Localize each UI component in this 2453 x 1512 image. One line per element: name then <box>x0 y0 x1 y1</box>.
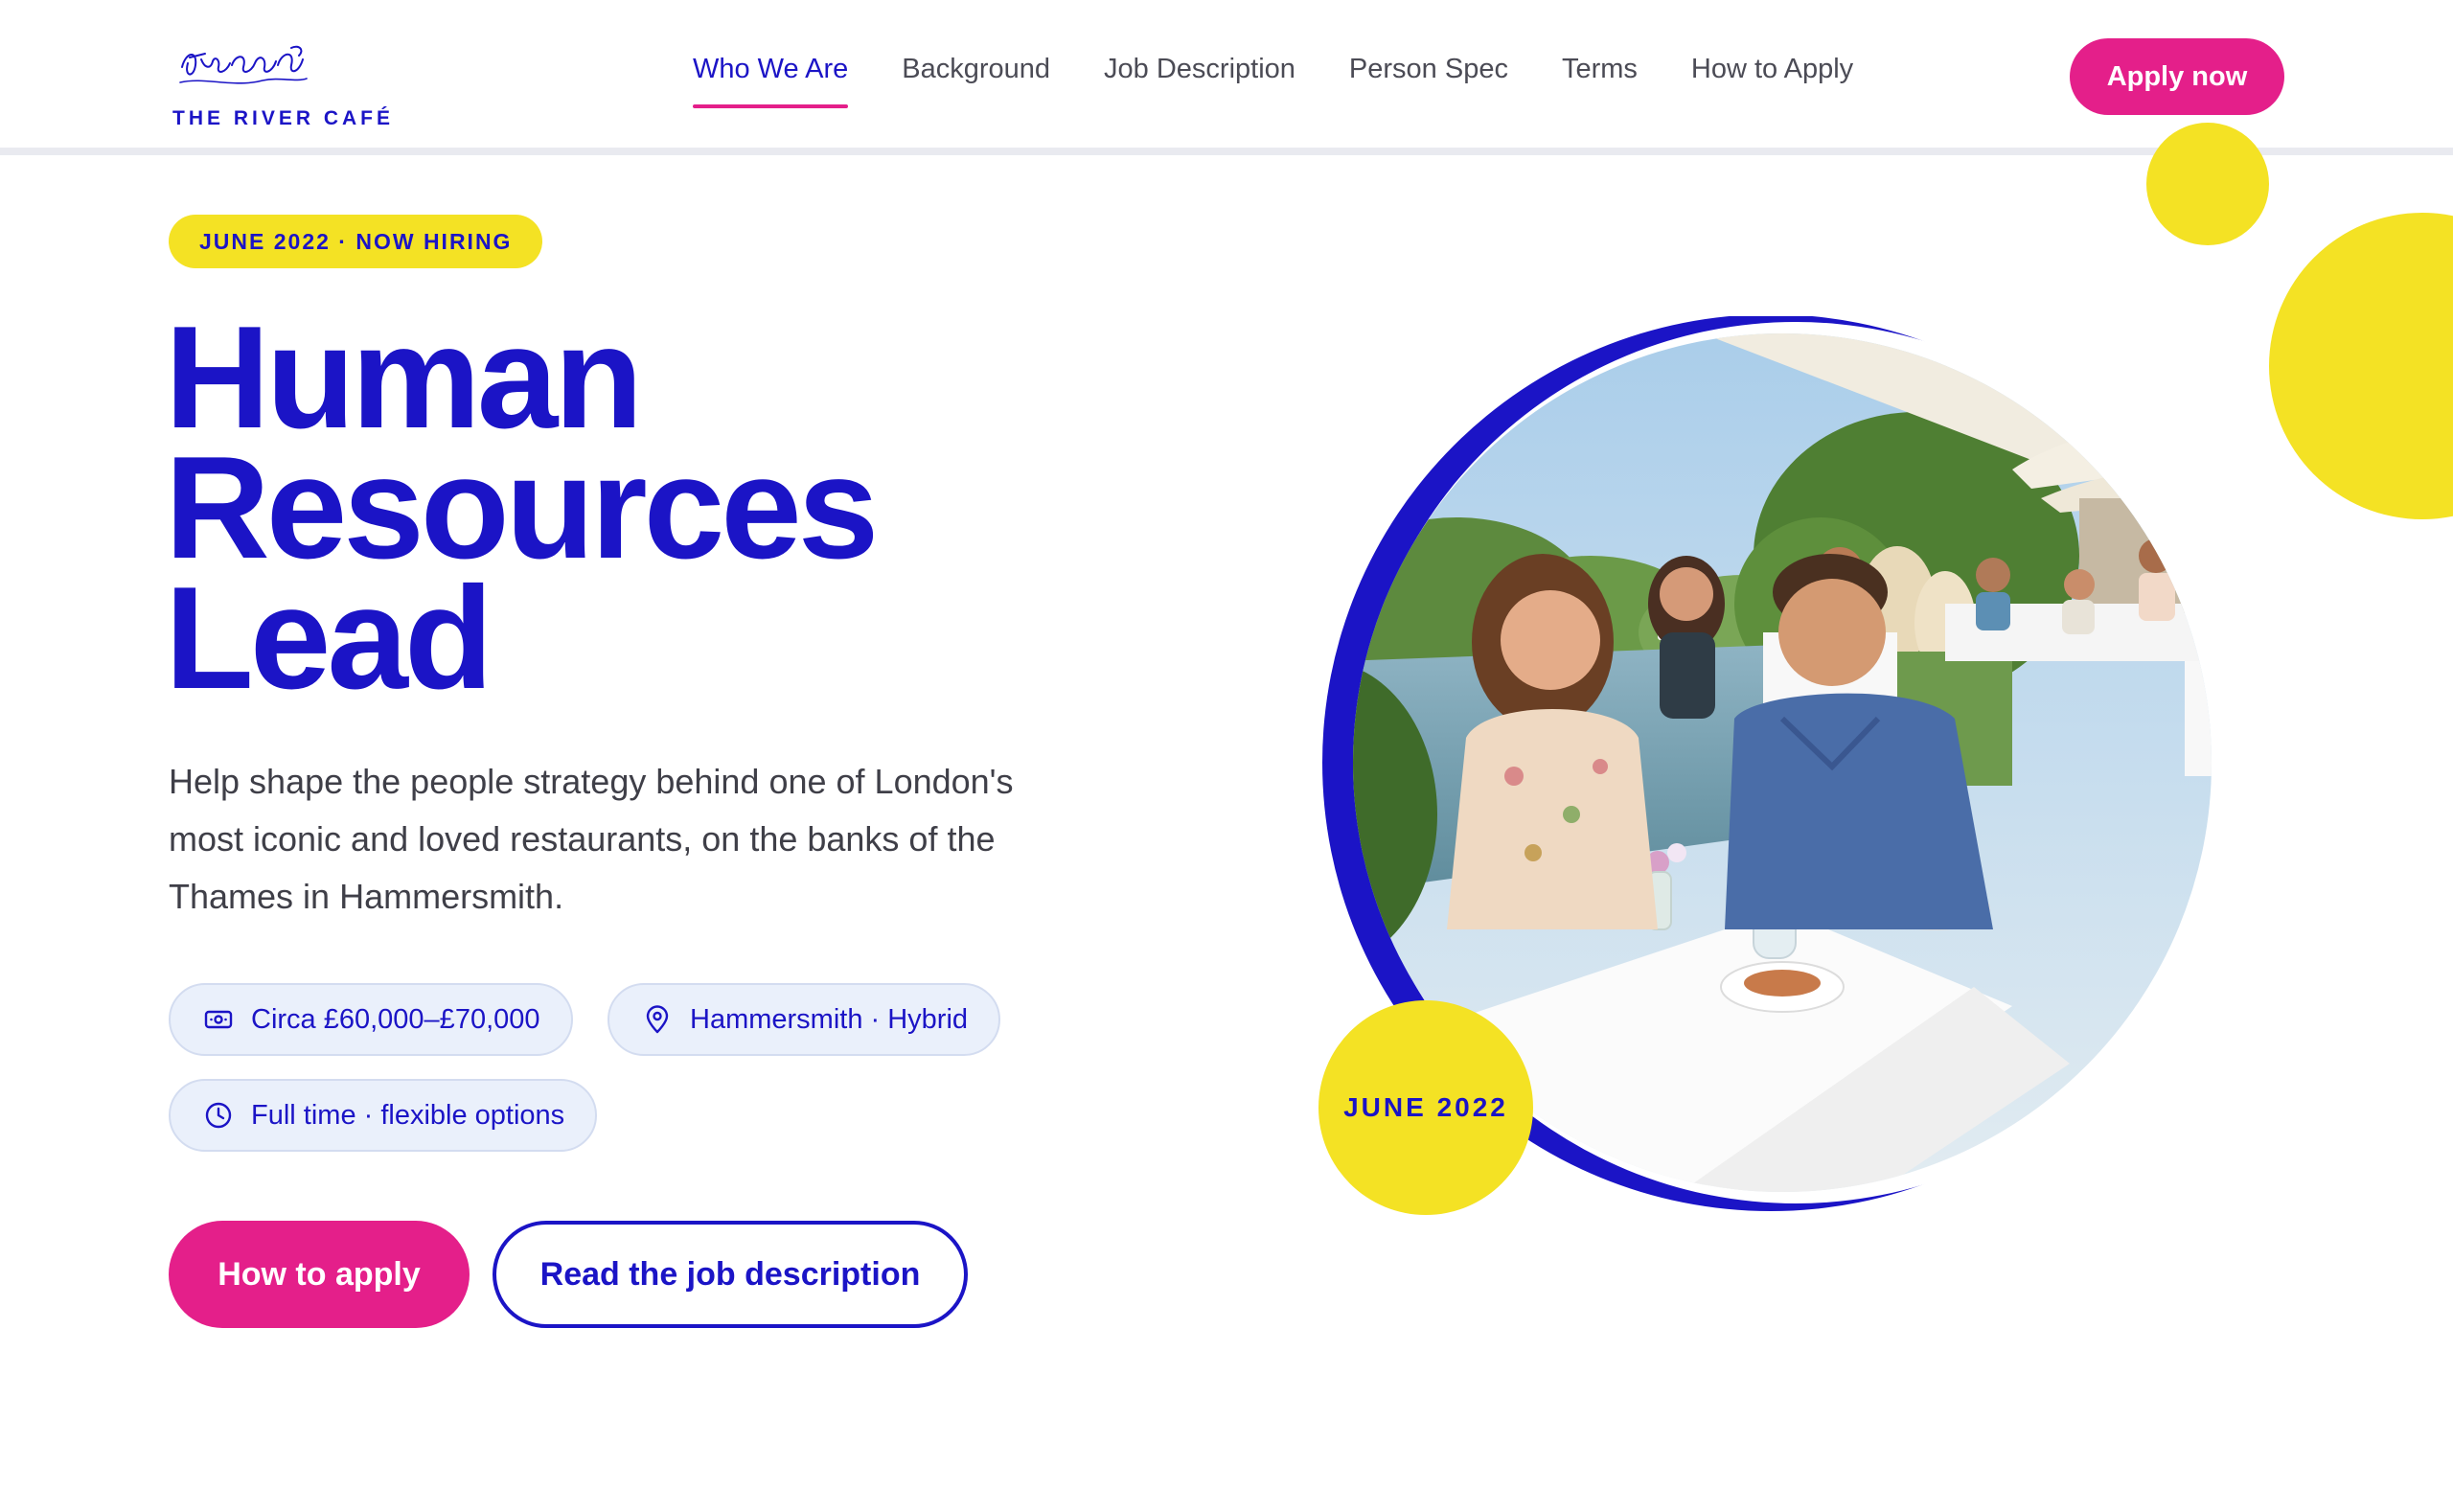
site-header: THE RIVER CAFÉ Who We Are Background Job… <box>0 0 2453 155</box>
main-nav: Who We Are Background Job Description Pe… <box>693 54 1853 108</box>
lead-paragraph: Help shape the people strategy behind on… <box>169 762 1014 916</box>
salary-chip: Circa £60,000–£70,000 <box>169 983 573 1056</box>
how-to-apply-button[interactable]: How to apply <box>169 1221 470 1328</box>
nav-who-we-are[interactable]: Who We Are <box>693 54 849 108</box>
banknote-icon <box>204 1010 233 1029</box>
signature-logo-icon <box>179 45 308 84</box>
decorative-yellow-circle-large <box>2269 213 2453 519</box>
location-chip: Hammersmith · Hybrid <box>608 983 1001 1056</box>
clock-icon <box>205 1102 232 1129</box>
salary-label: Circa £60,000–£70,000 <box>251 1003 540 1035</box>
title-line-3: Lead <box>165 557 493 720</box>
nav-background[interactable]: Background <box>902 54 1050 108</box>
location-label: Hammersmith · Hybrid <box>690 1003 969 1035</box>
title-line-2: Resources <box>165 426 879 589</box>
nav-how-to-apply[interactable]: How to Apply <box>1691 54 1853 108</box>
title-line-1: Human <box>165 296 643 459</box>
nav-terms[interactable]: Terms <box>1562 54 1638 108</box>
hiring-badge: JUNE 2022 · NOW HIRING <box>169 215 543 268</box>
nav-person-spec[interactable]: Person Spec <box>1349 54 1508 108</box>
map-pin-icon <box>646 1005 669 1034</box>
image-date-badge: JUNE 2022 <box>1318 1000 1533 1215</box>
read-job-description-button[interactable]: Read the job description <box>493 1221 968 1328</box>
hours-label: Full time · flexible options <box>251 1099 565 1131</box>
apply-now-button[interactable]: Apply now <box>2070 38 2284 115</box>
page-title: Human Resources Lead <box>165 296 1027 720</box>
river-cafe-logo[interactable]: THE RIVER CAFÉ <box>172 40 390 136</box>
logo-wordmark: THE RIVER CAFÉ <box>172 107 395 129</box>
hours-chip: Full time · flexible options <box>169 1079 598 1152</box>
decorative-yellow-circle-small <box>2146 123 2269 245</box>
nav-job-description[interactable]: Job Description <box>1104 54 1295 108</box>
